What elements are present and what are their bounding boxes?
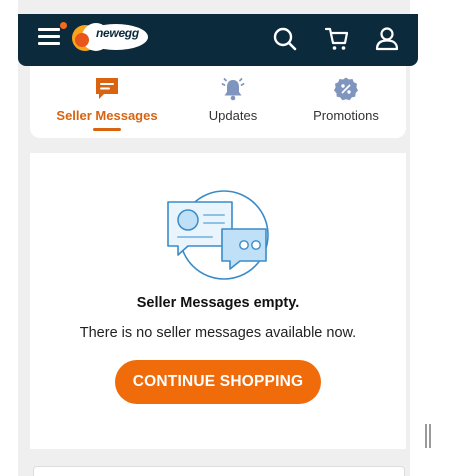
empty-state-description: There is no seller messages available no… (79, 325, 357, 341)
chat-icon (94, 76, 120, 102)
tab-label: Promotions (313, 108, 379, 123)
tab-promotions[interactable]: Promotions (296, 66, 396, 138)
next-section-card (33, 466, 405, 476)
tab-label: Seller Messages (56, 108, 158, 123)
search-icon[interactable] (272, 26, 298, 52)
tab-seller-messages[interactable]: Seller Messages (44, 66, 170, 138)
left-gutter (0, 0, 18, 476)
active-tab-indicator (93, 128, 121, 131)
user-icon[interactable] (374, 26, 400, 52)
menu-icon[interactable] (38, 27, 60, 45)
continue-shopping-button[interactable]: CONTINUE SHOPPING (115, 360, 321, 404)
empty-state-title: Seller Messages empty. (136, 295, 300, 311)
cart-icon[interactable] (324, 26, 350, 52)
right-gutter (410, 0, 456, 476)
empty-state-panel: Seller Messages empty. There is no selle… (30, 153, 406, 449)
notification-dot (60, 22, 67, 29)
bell-icon (220, 76, 246, 102)
top-header: newegg (18, 14, 418, 66)
chat-bubbles-illustration (166, 189, 270, 281)
message-tabs: Seller Messages Updates Promotions (30, 66, 406, 138)
tab-label: Updates (208, 108, 258, 123)
discount-badge-icon (333, 76, 359, 102)
logo-text: newegg (96, 26, 139, 40)
resize-handle[interactable] (425, 424, 431, 448)
newegg-logo[interactable]: newegg (70, 18, 152, 56)
tab-updates[interactable]: Updates (180, 66, 286, 138)
